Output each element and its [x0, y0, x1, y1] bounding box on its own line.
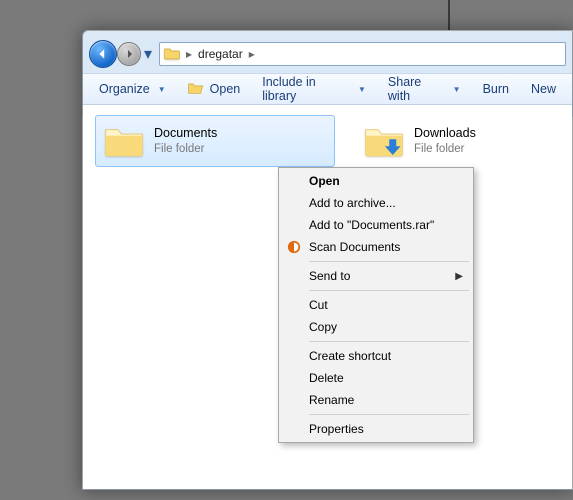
ctx-label: Cut	[309, 298, 328, 312]
folder-tile-documents[interactable]: Documents File folder	[95, 115, 335, 167]
ctx-label: Scan Documents	[309, 240, 400, 254]
ctx-copy[interactable]: Copy	[281, 316, 471, 338]
include-library-button[interactable]: Include in library ▼	[256, 73, 372, 105]
arrow-left-icon	[97, 48, 109, 60]
folder-icon	[362, 121, 406, 161]
burn-button[interactable]: Burn	[477, 80, 515, 98]
ctx-separator	[309, 341, 469, 342]
ctx-cut[interactable]: Cut	[281, 294, 471, 316]
ctx-label: Add to archive...	[309, 196, 396, 210]
ctx-label: Send to	[309, 269, 350, 283]
shield-icon	[286, 239, 302, 255]
ctx-sendto[interactable]: Send to ▶	[281, 265, 471, 287]
tile-sub: File folder	[154, 142, 217, 156]
toolbar: Organize ▼ Open Include in library ▼ Sha…	[83, 73, 572, 105]
share-label: Share with	[388, 75, 445, 103]
ctx-label: Delete	[309, 371, 344, 385]
chevron-down-icon: ▼	[158, 85, 166, 94]
ctx-add-rar[interactable]: Add to "Documents.rar"	[281, 214, 471, 236]
ctx-rename[interactable]: Rename	[281, 389, 471, 411]
submenu-arrow-icon: ▶	[455, 271, 463, 282]
share-with-button[interactable]: Share with ▼	[382, 73, 467, 105]
burn-label: Burn	[483, 82, 509, 96]
forward-button[interactable]	[117, 42, 141, 66]
ctx-shortcut[interactable]: Create shortcut	[281, 345, 471, 367]
tile-sub: File folder	[414, 142, 476, 156]
folder-tile-downloads[interactable]: Downloads File folder	[355, 115, 535, 167]
back-button[interactable]	[89, 40, 117, 68]
ctx-open[interactable]: Open	[281, 170, 471, 192]
include-label: Include in library	[262, 75, 350, 103]
open-label: Open	[210, 82, 241, 96]
ctx-label: Open	[309, 174, 340, 188]
ctx-properties[interactable]: Properties	[281, 418, 471, 440]
folder-open-icon	[188, 81, 204, 98]
tile-meta: Documents File folder	[154, 126, 217, 156]
tile-meta: Downloads File folder	[414, 126, 476, 156]
new-folder-button[interactable]: New	[525, 80, 562, 98]
ctx-delete[interactable]: Delete	[281, 367, 471, 389]
address-bar[interactable]: ▸ dregatar ▸	[159, 42, 566, 66]
ctx-separator	[309, 290, 469, 291]
folder-icon	[102, 121, 146, 161]
context-menu: Open Add to archive... Add to "Documents…	[278, 167, 474, 443]
ctx-separator	[309, 261, 469, 262]
ctx-label: Copy	[309, 320, 337, 334]
ctx-add-archive[interactable]: Add to archive...	[281, 192, 471, 214]
crumb-sep-icon: ▸	[249, 47, 255, 61]
organize-label: Organize	[99, 82, 150, 96]
ctx-label: Properties	[309, 422, 364, 436]
background-artifact	[448, 0, 450, 33]
recent-dropdown[interactable]: ▾	[141, 44, 155, 64]
arrow-right-icon	[124, 49, 134, 59]
open-button[interactable]: Open	[182, 79, 247, 100]
ctx-label: Rename	[309, 393, 354, 407]
ctx-scan[interactable]: Scan Documents	[281, 236, 471, 258]
tile-name: Downloads	[414, 126, 476, 142]
new-label: New	[531, 82, 556, 96]
organize-button[interactable]: Organize ▼	[93, 80, 172, 98]
crumb-sep-icon: ▸	[186, 47, 192, 61]
chevron-down-icon: ▼	[453, 85, 461, 94]
chevron-down-icon: ▼	[358, 85, 366, 94]
nav-row: ▾ ▸ dregatar ▸	[83, 39, 572, 73]
breadcrumb-segment[interactable]: dregatar	[198, 47, 243, 61]
ctx-label: Add to "Documents.rar"	[309, 218, 434, 232]
tile-name: Documents	[154, 126, 217, 142]
ctx-label: Create shortcut	[309, 349, 391, 363]
ctx-separator	[309, 414, 469, 415]
nav-buttons: ▾	[89, 40, 155, 68]
folder-icon	[164, 45, 180, 64]
